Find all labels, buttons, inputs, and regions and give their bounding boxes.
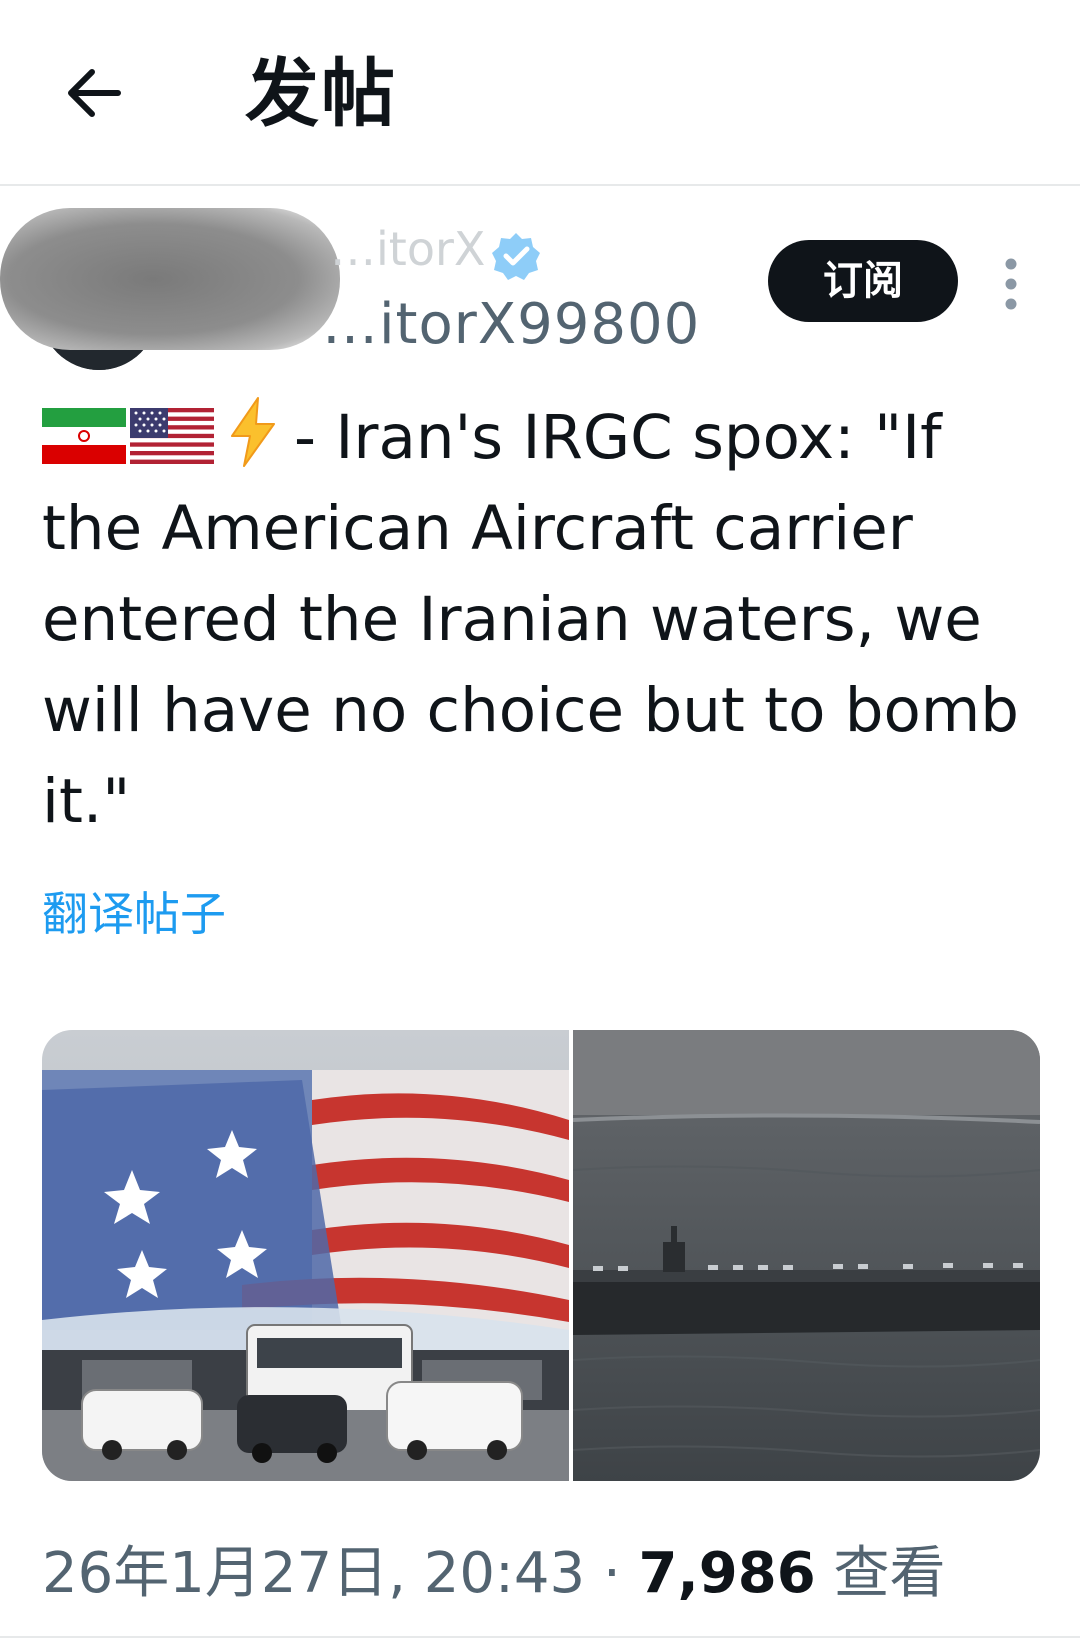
bottom-divider [0, 1636, 1080, 1638]
lightning-icon [231, 397, 275, 467]
post-timestamp[interactable]: 26年1月27日, 20:43 [42, 1541, 585, 1606]
author-handle[interactable]: …itorX99800 [322, 292, 700, 357]
header-divider [0, 184, 1080, 186]
mural-image[interactable] [42, 1030, 569, 1481]
more-vertical-icon [1005, 258, 1017, 310]
subscribe-button[interactable]: 订阅 [768, 240, 958, 322]
meta-separator: · [585, 1541, 639, 1606]
more-options-button[interactable] [996, 254, 1026, 314]
back-button[interactable] [60, 58, 130, 128]
media-grid [42, 1030, 1040, 1481]
views-label: 查看 [815, 1541, 946, 1606]
post-body-text: - Iran's IRGC spox: "If the American Air… [42, 402, 1019, 837]
author-display-name[interactable]: …itorX [330, 222, 485, 276]
arrow-left-icon [68, 69, 121, 117]
us-flag-icon [130, 408, 214, 464]
top-bar: 发帖 [0, 0, 1080, 184]
redacted-username-blur [0, 208, 340, 350]
carrier-image[interactable] [572, 1030, 1040, 1481]
iran-flag-icon [42, 408, 126, 464]
verified-badge-icon [490, 230, 542, 282]
post-meta: 26年1月27日, 20:43 · 7,986 查看 [42, 1528, 946, 1609]
views-count: 7,986 [638, 1541, 816, 1606]
post-text: - Iran's IRGC spox: "If the American Air… [42, 392, 1042, 847]
translate-post-link[interactable]: 翻译帖子 [42, 878, 226, 944]
page-title: 发帖 [245, 51, 397, 137]
